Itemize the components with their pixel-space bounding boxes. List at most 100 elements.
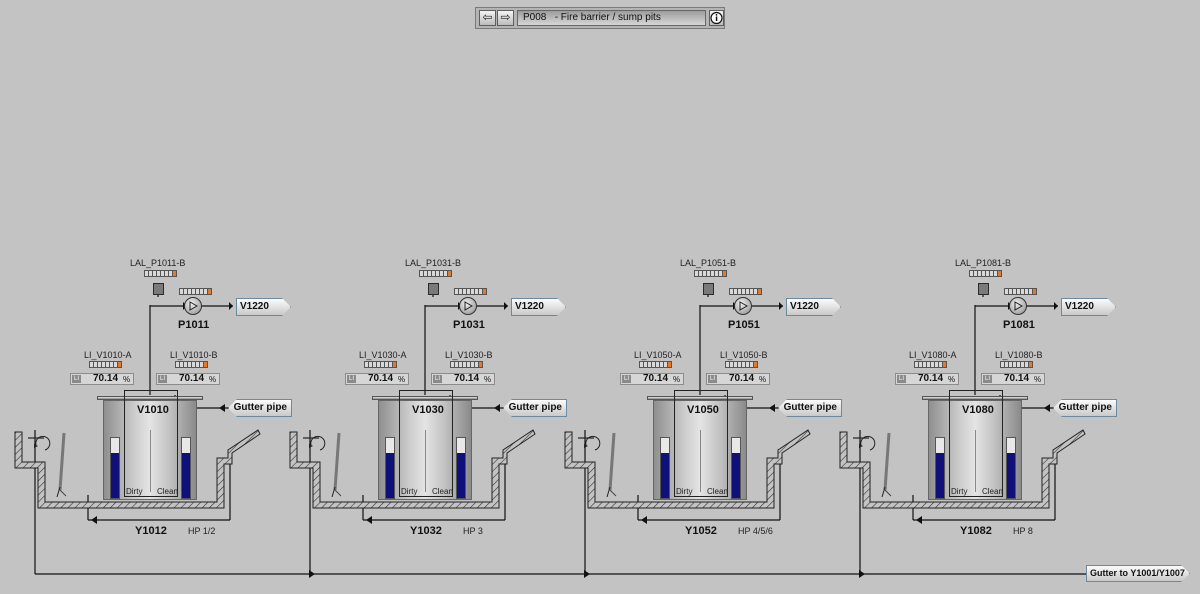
pump-tag: P1031 <box>453 319 485 331</box>
pump-led-strip <box>1004 288 1037 295</box>
clean-level-fill <box>732 453 740 498</box>
tank-divider <box>700 430 701 492</box>
tank-divider <box>975 430 976 492</box>
alarm-led-strip <box>419 270 452 277</box>
pit-tag: Y1082 <box>960 525 992 537</box>
dirty-level-fill <box>111 453 119 498</box>
dirty-label: Dirty <box>126 487 143 496</box>
tank-divider <box>150 430 151 492</box>
dirty-level-bar <box>385 437 395 499</box>
level-tag: LI <box>708 375 717 383</box>
level-a-number: 70.14 <box>368 373 394 384</box>
level-b-led-strip <box>175 361 208 368</box>
dirty-level-bar <box>110 437 120 499</box>
clean-label: Clean <box>982 487 1003 496</box>
pump-tag: P1011 <box>178 319 210 331</box>
level-unit: % <box>484 375 492 384</box>
level-b-value[interactable]: LI 70.14 % <box>706 373 770 385</box>
level-b-value[interactable]: LI 70.14 % <box>431 373 495 385</box>
dirty-level-fill <box>386 453 394 498</box>
level-a-label: LI_V1080-A <box>909 350 957 360</box>
level-unit: % <box>123 375 131 384</box>
alarm-led-strip <box>969 270 1002 277</box>
hp-tag: HP 1/2 <box>188 526 216 536</box>
level-unit: % <box>673 375 681 384</box>
clean-level-fill <box>457 453 465 498</box>
level-a-value[interactable]: LI 70.14 % <box>895 373 959 385</box>
level-unit: % <box>948 375 956 384</box>
clean-label: Clean <box>432 487 453 496</box>
level-b-value[interactable]: LI 70.14 % <box>981 373 1045 385</box>
alarm-indicator[interactable] <box>703 283 714 295</box>
level-a-number: 70.14 <box>643 373 669 384</box>
alarm-indicator[interactable] <box>428 283 439 295</box>
clean-label: Clean <box>707 487 728 496</box>
sump-station: LAL_P1031-B P1031 V1220 LI_V1030-A LI 70… <box>275 250 567 550</box>
level-a-number: 70.14 <box>93 373 119 384</box>
alarm-indicator[interactable] <box>978 283 989 295</box>
level-tag: LI <box>983 375 992 383</box>
dirty-label: Dirty <box>951 487 968 496</box>
level-tag: LI <box>347 375 356 383</box>
level-unit: % <box>209 375 217 384</box>
tank-tag: V1080 <box>962 404 994 416</box>
pump-tag: P1051 <box>728 319 760 331</box>
level-b-label: LI_V1050-B <box>720 350 768 360</box>
clean-level-bar <box>181 437 191 499</box>
level-a-led-strip <box>364 361 397 368</box>
level-tag: LI <box>897 375 906 383</box>
level-a-value[interactable]: LI 70.14 % <box>70 373 134 385</box>
pit-tag: Y1052 <box>685 525 717 537</box>
pump-led-strip <box>179 288 212 295</box>
level-tag: LI <box>622 375 631 383</box>
pump-icon[interactable] <box>459 297 477 315</box>
level-a-value[interactable]: LI 70.14 % <box>620 373 684 385</box>
dirty-level-fill <box>661 453 669 498</box>
level-a-number: 70.14 <box>918 373 944 384</box>
pump-icon[interactable] <box>184 297 202 315</box>
level-a-label: LI_V1030-A <box>359 350 407 360</box>
tank-tag: V1030 <box>412 404 444 416</box>
level-tag: LI <box>72 375 81 383</box>
level-a-label: LI_V1010-A <box>84 350 132 360</box>
low-alarm-label: LAL_P1031-B <box>405 258 462 268</box>
dirty-label: Dirty <box>401 487 418 496</box>
level-a-label: LI_V1050-A <box>634 350 682 360</box>
low-alarm-label: LAL_P1081-B <box>955 258 1012 268</box>
pit-tag: Y1032 <box>410 525 442 537</box>
gutter-pipe-tag[interactable]: Gutter pipe <box>1053 399 1117 417</box>
level-b-label: LI_V1010-B <box>170 350 218 360</box>
sump-station: LAL_P1051-B P1051 V1220 LI_V1050-A LI 70… <box>550 250 842 550</box>
hp-tag: HP 8 <box>1013 526 1033 536</box>
pump-icon[interactable] <box>1009 297 1027 315</box>
gutter-outlet-label[interactable]: Gutter to Y1001/Y1007 <box>1086 565 1190 582</box>
alarm-indicator[interactable] <box>153 283 164 295</box>
tank-tag: V1010 <box>137 404 169 416</box>
level-b-led-strip <box>725 361 758 368</box>
level-b-label: LI_V1030-B <box>445 350 493 360</box>
sump-station: LAL_P1011-B P1011 V1220 LI_V1010-A LI 70… <box>0 250 292 550</box>
level-b-number: 70.14 <box>454 373 480 384</box>
pit-tag: Y1012 <box>135 525 167 537</box>
level-b-value[interactable]: LI 70.14 % <box>156 373 220 385</box>
alarm-led-strip <box>144 270 177 277</box>
level-a-led-strip <box>639 361 672 368</box>
pump-icon[interactable] <box>734 297 752 315</box>
low-alarm-label: LAL_P1051-B <box>680 258 737 268</box>
clean-level-bar <box>1006 437 1016 499</box>
level-tag: LI <box>158 375 167 383</box>
level-b-led-strip <box>450 361 483 368</box>
level-a-value[interactable]: LI 70.14 % <box>345 373 409 385</box>
alarm-led-strip <box>694 270 727 277</box>
dirty-level-fill <box>936 453 944 498</box>
pump-led-strip <box>454 288 487 295</box>
destination-tag[interactable]: V1220 <box>1061 298 1116 316</box>
hp-tag: HP 3 <box>463 526 483 536</box>
level-b-number: 70.14 <box>1004 373 1030 384</box>
clean-level-fill <box>182 453 190 498</box>
dirty-label: Dirty <box>676 487 693 496</box>
level-b-number: 70.14 <box>729 373 755 384</box>
pump-led-strip <box>729 288 762 295</box>
level-unit: % <box>759 375 767 384</box>
hp-tag: HP 4/5/6 <box>738 526 773 536</box>
